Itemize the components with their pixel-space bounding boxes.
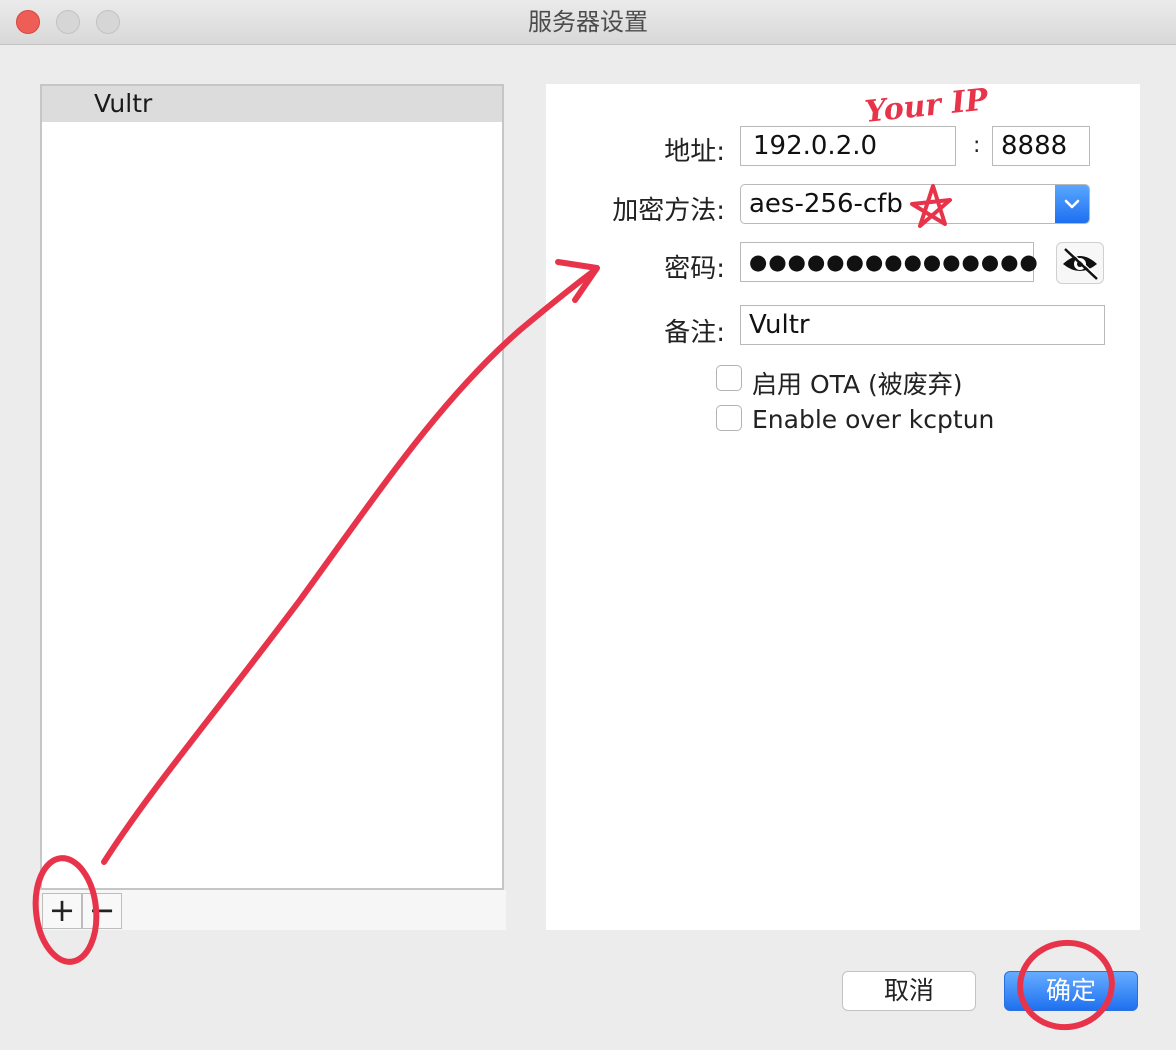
encryption-select[interactable]: aes-256-cfb [740,184,1090,224]
title-bar: 服务器设置 [0,0,1176,45]
remark-input[interactable] [740,305,1105,345]
eye-slash-icon [1063,247,1100,280]
encryption-label: 加密方法: [612,196,725,226]
ota-checkbox-label: 启用 OTA (被废弃) [752,370,963,399]
address-input[interactable] [740,126,956,166]
address-label: 地址: [664,137,725,167]
port-separator: : [973,133,981,158]
port-input[interactable] [992,126,1090,166]
toggle-password-visibility-button[interactable] [1056,242,1104,284]
password-input[interactable]: ●●●●●●●●●●●●●●● [740,242,1038,282]
kcptun-checkbox-label: Enable over kcptun [752,405,995,434]
kcptun-checkbox[interactable] [716,405,742,431]
encryption-select-value: aes-256-cfb [749,189,903,219]
chevron-down-icon [1055,185,1089,223]
ota-checkbox[interactable] [716,365,742,391]
remove-server-button[interactable]: − [82,893,122,929]
window-title: 服务器设置 [528,8,648,36]
ok-button[interactable]: 确定 [1004,971,1138,1011]
server-list-item-vultr[interactable]: Vultr [42,86,502,122]
server-list-item-label: Vultr [94,89,153,118]
password-label: 密码: [664,254,725,284]
server-settings-window: 服务器设置 Vultr + − 地址: : 加密方法: aes-256-cfb … [0,0,1176,1050]
server-list[interactable]: Vultr [40,84,504,890]
remark-label: 备注: [664,318,725,348]
cancel-button[interactable]: 取消 [842,971,976,1011]
add-server-button[interactable]: + [42,893,82,929]
